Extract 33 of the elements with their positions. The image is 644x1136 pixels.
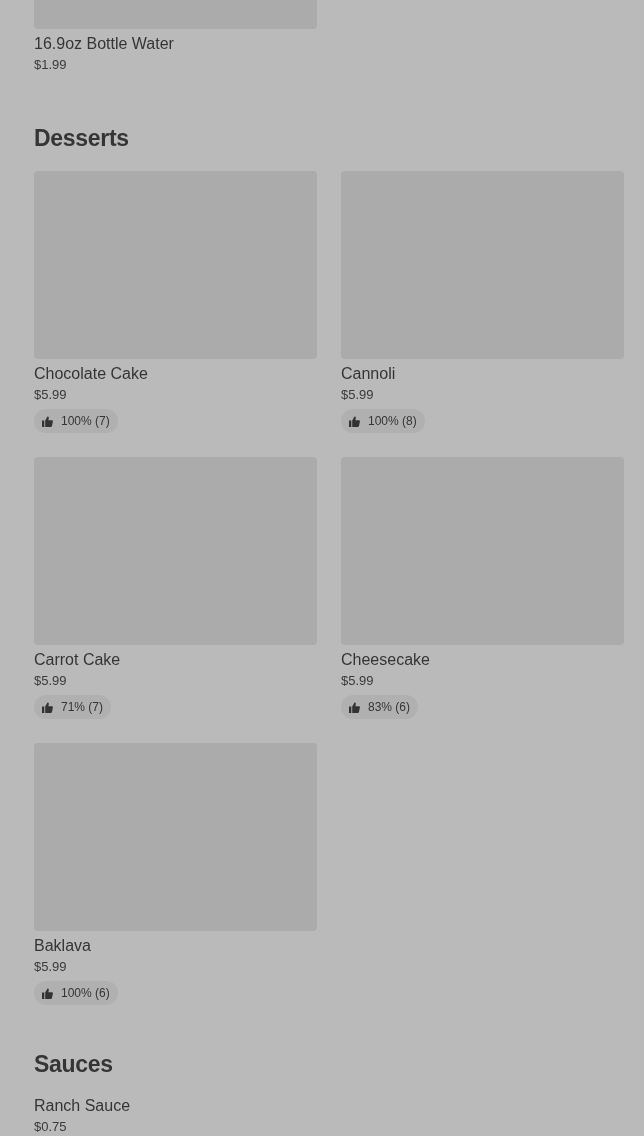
item-name: Cannoli: [341, 364, 397, 384]
menu-item-card[interactable]: 16.9oz Bottle Water $1.99: [34, 0, 317, 75]
menu-item-card[interactable]: Chocolate Cake $5.99 100% (7): [34, 171, 317, 433]
item-price: $5.99: [341, 673, 375, 689]
item-name: Chocolate Cake: [34, 364, 149, 384]
menu-item-card[interactable]: Cannoli $5.99 100% (8): [341, 171, 624, 433]
item-name: Cheesecake: [341, 650, 431, 670]
section-heading: Sauces: [34, 1050, 114, 1079]
item-price: $5.99: [34, 959, 68, 975]
item-name: Carrot Cake: [34, 650, 122, 670]
item-name: Baklava: [34, 936, 92, 956]
menu-item-card[interactable]: Ranch Sauce $0.75: [34, 1095, 317, 1136]
thumbs-up-icon: [349, 701, 360, 713]
rating-text: 100% (6): [61, 986, 110, 1000]
rating-text: 100% (8): [368, 414, 417, 428]
item-name: Ranch Sauce: [34, 1096, 132, 1116]
thumbs-up-icon: [349, 415, 360, 427]
item-price: $0.75: [34, 1119, 68, 1135]
item-price: $1.99: [34, 57, 68, 73]
thumbs-up-icon: [42, 415, 53, 427]
rating-text: 83% (6): [368, 700, 411, 714]
menu-item-card[interactable]: Cheesecake $5.99 83% (6): [341, 457, 624, 719]
rating-text: 71% (7): [61, 700, 104, 714]
thumbs-up-icon: [42, 701, 53, 713]
item-name: 16.9oz Bottle Water: [34, 34, 175, 54]
item-price: $5.99: [34, 673, 68, 689]
section-heading: Desserts: [34, 124, 130, 153]
item-price: $5.99: [34, 387, 68, 403]
thumbs-up-icon: [42, 987, 53, 999]
menu-item-card[interactable]: Baklava $5.99 100% (6): [34, 743, 317, 1005]
rating-text: 100% (7): [61, 414, 110, 428]
item-price: $5.99: [341, 387, 375, 403]
menu-item-card[interactable]: Carrot Cake $5.99 71% (7): [34, 457, 317, 719]
